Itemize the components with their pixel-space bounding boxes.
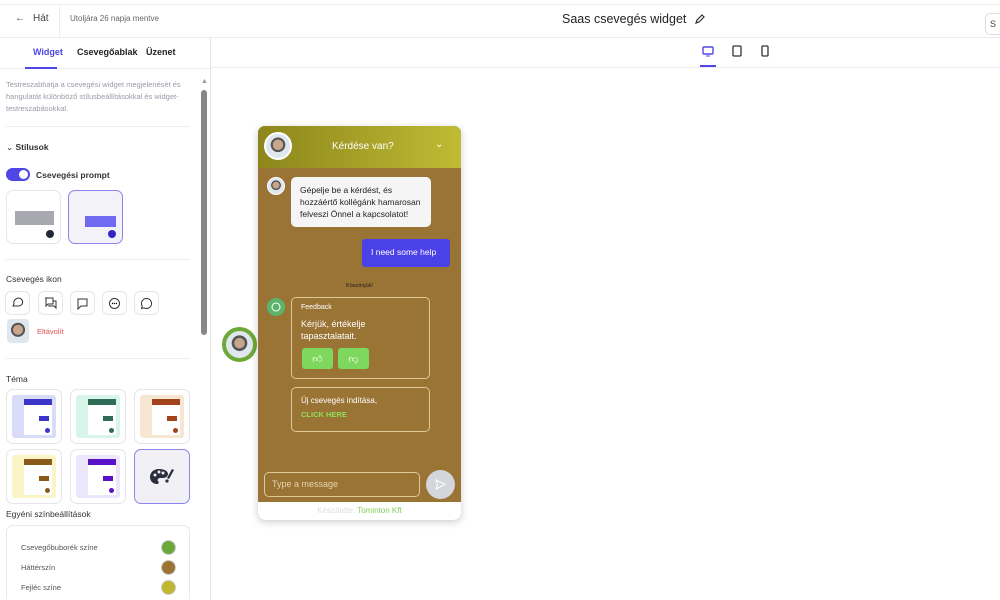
custom-colors-heading: Egyéni színbeállítások	[6, 509, 91, 519]
color-label: Háttérszín	[21, 563, 56, 572]
theme-preview	[76, 395, 120, 438]
prompt-style-option-2[interactable]	[68, 190, 123, 244]
color-label: Csevegőbuborék színe	[21, 543, 98, 552]
scrollbar-thumb[interactable]	[201, 90, 207, 335]
agent-avatar	[267, 177, 285, 195]
theme-option[interactable]	[6, 389, 62, 444]
back-label: Hát	[33, 13, 49, 24]
prompt-preview	[85, 216, 116, 227]
header-color-swatch[interactable]	[161, 580, 176, 595]
top-bar: ← Hát Utoljára 26 napja mentve Saas cseve…	[0, 4, 1000, 38]
theme-option[interactable]	[6, 449, 62, 504]
description: Testreszabhatja a csevegési widget megje…	[6, 80, 181, 113]
feedback-text: Kérjük, értékelje tapasztalatait.	[301, 319, 366, 341]
thanks-text: Köszönjük!	[346, 283, 373, 289]
bot-message: Gépelje be a kérdést, és hozzáértő kollé…	[291, 177, 431, 227]
thumbs-up-icon: 👍︎	[312, 353, 323, 365]
page-title: Saas csevegés widget	[562, 12, 706, 26]
theme-preview	[76, 455, 120, 498]
styles-heading: Stílusok	[15, 142, 49, 152]
launcher-dot	[108, 230, 116, 238]
theme-option[interactable]	[70, 389, 126, 444]
message-square-icon[interactable]	[38, 291, 63, 315]
tab-chat-window[interactable]: Csevegőablak	[77, 47, 138, 57]
scroll-up-arrow[interactable]: ▲	[201, 78, 208, 85]
theme-option[interactable]	[70, 449, 126, 504]
new-chat-text: Új csevegés indítása,	[301, 396, 378, 405]
theme-heading: Téma	[6, 374, 28, 384]
chat-icon-heading: Csevegés ikon	[6, 274, 62, 284]
footer-brand[interactable]: Tominton Kft	[357, 506, 401, 515]
user-message: I need some help	[362, 239, 450, 267]
theme-option[interactable]	[134, 389, 190, 444]
prompt-style-option-1[interactable]	[6, 190, 61, 244]
feedback-card: Feedback Kérjük, értékelje tapasztalatai…	[291, 297, 430, 379]
feedback-title: Feedback	[301, 304, 332, 311]
custom-theme-button[interactable]	[134, 449, 190, 504]
divider	[6, 259, 190, 260]
launcher-dot	[46, 230, 54, 238]
color-label: Fejléc színe	[21, 583, 62, 592]
bubble-color-swatch[interactable]	[161, 540, 176, 555]
tab-message[interactable]: Üzenet	[146, 47, 176, 57]
widget-name: Saas csevegés widget	[562, 12, 687, 26]
pencil-icon[interactable]	[694, 13, 706, 25]
remove-icon-link[interactable]: Eltávolít	[37, 327, 64, 336]
chat-bubble-icon[interactable]	[70, 291, 95, 315]
footer-prefix: Készítette:	[317, 506, 356, 515]
saved-status: Utoljára 26 napja mentve	[70, 14, 159, 23]
chat-bubbles-icon[interactable]	[5, 291, 30, 315]
divider	[59, 5, 60, 38]
chat-dots-icon[interactable]	[102, 291, 127, 315]
custom-icon-avatar	[7, 319, 29, 343]
save-button[interactable]: S	[985, 13, 1000, 35]
send-button[interactable]	[426, 470, 455, 499]
divider	[6, 358, 190, 359]
theme-preview	[12, 395, 56, 438]
active-device-indicator	[700, 65, 716, 67]
active-tab-indicator	[25, 67, 57, 69]
chat-icon	[267, 298, 285, 316]
chat-header: Kérdése van? ⌄	[258, 126, 461, 168]
settings-sidebar: Widget Csevegőablak Üzenet Testreszabhat…	[0, 38, 211, 600]
arrow-left-icon: ←	[15, 13, 25, 24]
tab-widget[interactable]: Widget	[33, 47, 63, 57]
background-color-swatch[interactable]	[161, 560, 176, 575]
new-chat-card: Új csevegés indítása, CLICK HERE	[291, 387, 430, 432]
back-button[interactable]: ← Hát	[15, 13, 49, 24]
mobile-icon[interactable]	[759, 45, 771, 57]
chevron-down-icon[interactable]: ⌄	[435, 139, 443, 150]
new-chat-link[interactable]: CLICK HERE	[301, 410, 347, 419]
palette-icon	[150, 468, 174, 484]
message-input[interactable]: Type a message	[264, 472, 420, 497]
chat-widget-preview: Kérdése van? ⌄ Gépelje be a kérdést, és …	[258, 126, 461, 520]
chat-prompt-toggle[interactable]	[6, 168, 30, 181]
theme-preview	[140, 395, 184, 438]
tablet-icon[interactable]	[731, 45, 743, 57]
prompt-preview	[15, 211, 54, 225]
theme-preview	[12, 455, 56, 498]
chat-launcher-button[interactable]	[222, 327, 257, 362]
divider	[6, 126, 190, 127]
thumbs-up-button[interactable]: 👍︎	[302, 348, 333, 369]
powered-by: Készítette: Tominton Kft	[258, 502, 461, 520]
custom-colors-panel: Csevegőbuborék színe Háttérszín Fejléc s…	[6, 525, 190, 599]
agent-avatar	[264, 132, 292, 160]
desktop-icon[interactable]	[702, 45, 714, 57]
chat-prompt-label: Csevegési prompt	[36, 170, 110, 180]
thumbs-down-icon: 👎︎	[348, 353, 359, 365]
chat-title: Kérdése van?	[332, 141, 394, 152]
whatsapp-icon[interactable]	[134, 291, 159, 315]
send-icon	[435, 479, 446, 490]
thumbs-down-button[interactable]: 👎︎	[338, 348, 369, 369]
styles-section-toggle[interactable]: ⌄ Stílusok	[6, 142, 49, 153]
device-toolbar	[211, 38, 1000, 68]
